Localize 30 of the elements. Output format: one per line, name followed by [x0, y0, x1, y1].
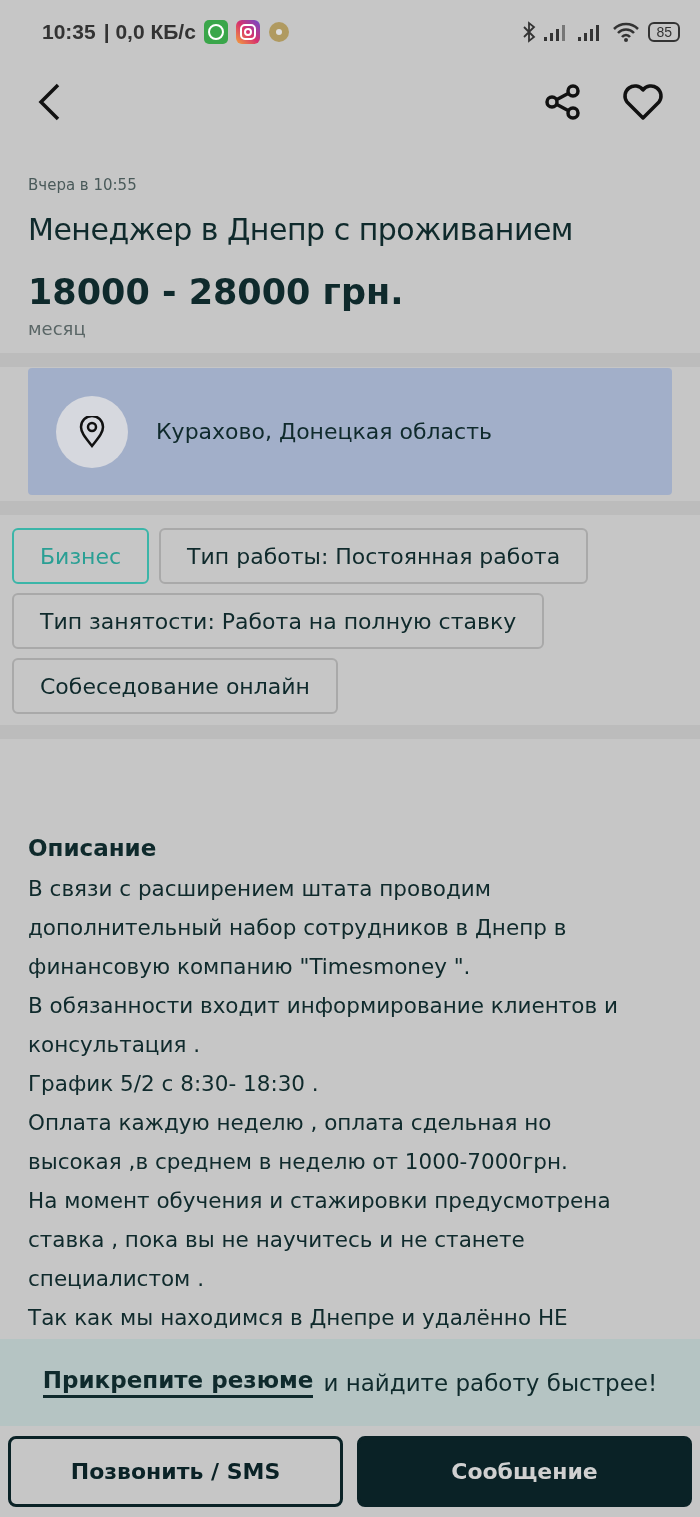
- job-title: Менеджер в Днепр с проживанием: [28, 211, 574, 249]
- chat-app-icon: [203, 20, 228, 44]
- bluetooth-icon: [522, 21, 537, 43]
- banner-text: и найдите работу быстрее!: [323, 1369, 658, 1396]
- posted-date: Вчера в 10:55: [28, 176, 138, 194]
- message-button[interactable]: Сообщение: [357, 1436, 692, 1507]
- salary-period: месяц: [28, 318, 87, 339]
- share-button[interactable]: [544, 83, 582, 121]
- location-text: Курахово, Донецкая область: [156, 419, 492, 444]
- tag[interactable]: Тип занятости: Работа на полную ставку: [12, 593, 545, 649]
- wifi-icon: [612, 22, 641, 42]
- description-heading: Описание: [28, 835, 158, 861]
- salary: 18000 - 28000 грн.: [28, 271, 405, 314]
- description-text: График 5/2 с 8:30- 18:30 .: [28, 1070, 320, 1098]
- attach-resume-link[interactable]: Прикрепите резюме: [42, 1367, 314, 1398]
- call-button[interactable]: Позвонить / SMS: [8, 1436, 343, 1507]
- description-text: В связи с расширением штата проводим дополнительный набор сотрудников в Днепр в финансовую компанию "Timesmoney ".: [28, 875, 568, 981]
- description-text: Так как мы находимся в Днепре и удалённо НЕ: [28, 1304, 569, 1332]
- description-text: Оплата каждую неделю , оплата сдельная но высокая ,в среднем в неделю от 1000-7000грн.: [28, 1109, 569, 1176]
- tag[interactable]: Тип работы: Постоянная работа: [159, 528, 589, 584]
- description-text: На момент обучения и стажировки предусмотрена ставка , пока вы не научитесь и не станете специалистом .: [28, 1187, 612, 1293]
- status-time: 10:35: [42, 20, 96, 44]
- description-text: В обязанности входит информирование клиентов и консультация .: [28, 992, 619, 1059]
- favorite-button[interactable]: [622, 83, 664, 121]
- battery-level: 85: [648, 22, 680, 42]
- location-card[interactable]: Курахово, Донецкая область: [28, 368, 672, 495]
- network-speed: | 0,0 КБ/с: [103, 20, 196, 44]
- disc-icon: [267, 21, 290, 43]
- tag[interactable]: Собеседование онлайн: [12, 658, 338, 714]
- camera-app-icon: [235, 20, 260, 44]
